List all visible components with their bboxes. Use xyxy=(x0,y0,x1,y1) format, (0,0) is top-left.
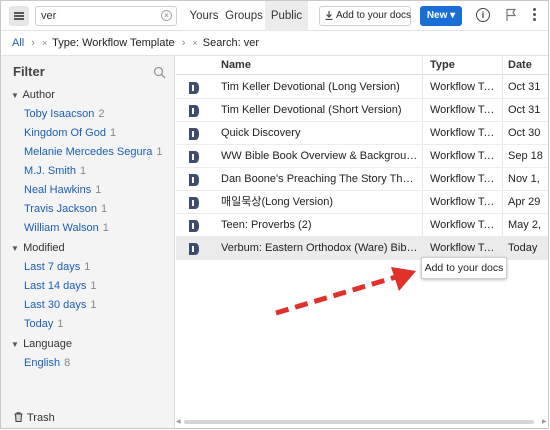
remove-type-filter-icon[interactable]: × xyxy=(42,38,49,48)
facet-item[interactable]: Neal Hawkins 1 xyxy=(24,184,101,196)
tab-groups[interactable]: Groups xyxy=(223,1,265,31)
caret-down-icon: ▼ xyxy=(11,340,19,349)
facet-item[interactable]: William Walson 1 xyxy=(24,222,109,234)
row-name: Teen: Proverbs (2) xyxy=(221,219,312,231)
annotation-arrow xyxy=(275,267,416,316)
hamburger-menu-button[interactable] xyxy=(9,6,29,26)
workflow-template-icon xyxy=(189,82,199,94)
table-row[interactable]: Dan Boone's Preaching The Story That Sha… xyxy=(176,168,548,191)
table-row[interactable]: Teen: Proverbs (2) Workflow Template May… xyxy=(176,214,548,237)
facet-item[interactable]: M.J. Smith 1 xyxy=(24,165,86,177)
table-row[interactable]: WW Bible Book Overview & Background Stud… xyxy=(176,145,548,168)
row-date: Oct 30 xyxy=(508,127,541,139)
new-button[interactable]: New ▾ xyxy=(420,6,462,26)
table-row[interactable]: Tim Keller Devotional (Short Version) Wo… xyxy=(176,99,548,122)
workflow-template-icon xyxy=(189,174,199,186)
row-name: WW Bible Book Overview & Background Stud… xyxy=(221,150,419,162)
trash-icon xyxy=(14,412,23,422)
facet-item[interactable]: Toby Isaacson 2 xyxy=(24,108,104,120)
row-date: Today xyxy=(508,242,538,254)
table-row[interactable]: Quick Discovery Workflow Template Oct 30 xyxy=(176,122,548,145)
row-name: 매일묵상(Long Version) xyxy=(221,196,334,208)
row-name: Verbum: Eastern Orthodox (Ware) Bible St… xyxy=(221,242,419,254)
table-row[interactable]: Tim Keller Devotional (Long Version) Wor… xyxy=(176,76,548,99)
column-header-type[interactable]: Type xyxy=(430,56,455,75)
facet-item[interactable]: Travis Jackson 1 xyxy=(24,203,107,215)
search-input[interactable]: ver xyxy=(35,6,177,26)
facet-item[interactable]: Last 7 days 1 xyxy=(24,261,90,273)
row-type: Workflow Template xyxy=(430,196,500,208)
workflow-template-icon xyxy=(189,151,199,163)
workflow-template-icon xyxy=(189,128,199,140)
info-icon[interactable]: i xyxy=(476,8,490,22)
workflow-template-icon xyxy=(189,197,199,209)
facet-item[interactable]: English 8 xyxy=(24,357,70,369)
row-type: Workflow Template xyxy=(430,150,500,162)
hamburger-icon xyxy=(14,12,24,20)
flag-icon[interactable] xyxy=(505,8,517,22)
breadcrumb: All › × Type: Workflow Template › × Sear… xyxy=(1,31,548,56)
scrollbar-thumb[interactable] xyxy=(184,420,534,424)
workflow-template-icon xyxy=(189,220,199,232)
more-options-icon[interactable] xyxy=(533,8,537,22)
clear-search-icon[interactable]: × xyxy=(161,10,172,21)
facet-item[interactable]: Last 30 days 1 xyxy=(24,299,97,311)
table-row[interactable]: 매일묵상(Long Version) Workflow Template Apr… xyxy=(176,191,548,214)
caret-down-icon: ▼ xyxy=(11,244,19,253)
facet-item[interactable]: Melanie Mercedes Segura 1 xyxy=(24,146,163,158)
facet-author-header[interactable]: ▼ Author xyxy=(11,89,55,101)
scroll-right-icon[interactable]: ▶ xyxy=(542,418,547,425)
row-date: Sep 18 xyxy=(508,150,543,162)
row-date: Oct 31 xyxy=(508,81,541,93)
row-type: Workflow Template xyxy=(430,127,500,139)
tab-yours[interactable]: Yours xyxy=(185,1,223,31)
top-bar: ver × Yours Groups Public Add to your do… xyxy=(1,1,548,31)
app-window: ver × Yours Groups Public Add to your do… xyxy=(0,0,549,429)
breadcrumb-search-filter: Search: ver xyxy=(202,37,260,49)
caret-down-icon: ▼ xyxy=(11,91,19,100)
scroll-left-icon[interactable]: ◀ xyxy=(176,418,181,425)
workflow-template-icon xyxy=(189,105,199,117)
download-icon xyxy=(325,11,333,20)
column-header-name[interactable]: Name xyxy=(221,56,251,75)
document-list: Name Type Date Tim Keller Devotional (Lo… xyxy=(176,56,548,428)
filter-sidebar: Filter ▼ Author Toby Isaacson 2 Kingdom O… xyxy=(1,56,175,428)
column-header-date[interactable]: Date xyxy=(508,56,532,75)
breadcrumb-separator: › xyxy=(31,37,35,49)
facet-item[interactable]: Kingdom Of God 1 xyxy=(24,127,116,139)
add-to-your-docs-label: Add to your docs xyxy=(336,10,412,21)
row-name: Tim Keller Devotional (Long Version) xyxy=(221,81,400,93)
remove-search-filter-icon[interactable]: × xyxy=(192,38,199,48)
row-type: Workflow Template xyxy=(430,81,500,93)
facet-item[interactable]: Today 1 xyxy=(24,318,63,330)
row-name: Quick Discovery xyxy=(221,127,301,139)
tab-public[interactable]: Public xyxy=(265,1,308,31)
add-to-your-docs-tooltip[interactable]: Add to your docs xyxy=(421,257,507,279)
breadcrumb-separator: › xyxy=(181,37,186,49)
search-icon[interactable] xyxy=(153,66,166,79)
row-type: Workflow Template xyxy=(430,173,500,185)
row-date: May 2, xyxy=(508,219,542,231)
row-type: Workflow Template xyxy=(430,104,500,116)
breadcrumb-all[interactable]: All xyxy=(12,37,24,49)
row-date: Nov 1, xyxy=(508,173,540,185)
filter-title: Filter xyxy=(13,64,45,79)
row-date: Oct 31 xyxy=(508,104,541,116)
horizontal-scrollbar[interactable]: ◀ ▶ xyxy=(176,418,548,425)
row-name: Tim Keller Devotional (Short Version) xyxy=(221,104,402,116)
workflow-template-icon xyxy=(189,243,199,255)
row-name: Dan Boone's Preaching The Story That Sha… xyxy=(221,173,419,185)
add-to-your-docs-button[interactable]: Add to your docs xyxy=(319,6,411,26)
facet-language-header[interactable]: ▼ Language xyxy=(11,338,72,350)
trash-link[interactable]: Trash xyxy=(14,412,55,424)
row-type: Workflow Template xyxy=(430,219,500,231)
facet-modified-header[interactable]: ▼ Modified xyxy=(11,242,65,254)
facet-item[interactable]: Last 14 days 1 xyxy=(24,280,97,292)
breadcrumb-type-filter: Type: Workflow Template xyxy=(52,37,175,49)
row-date: Apr 29 xyxy=(508,196,541,208)
